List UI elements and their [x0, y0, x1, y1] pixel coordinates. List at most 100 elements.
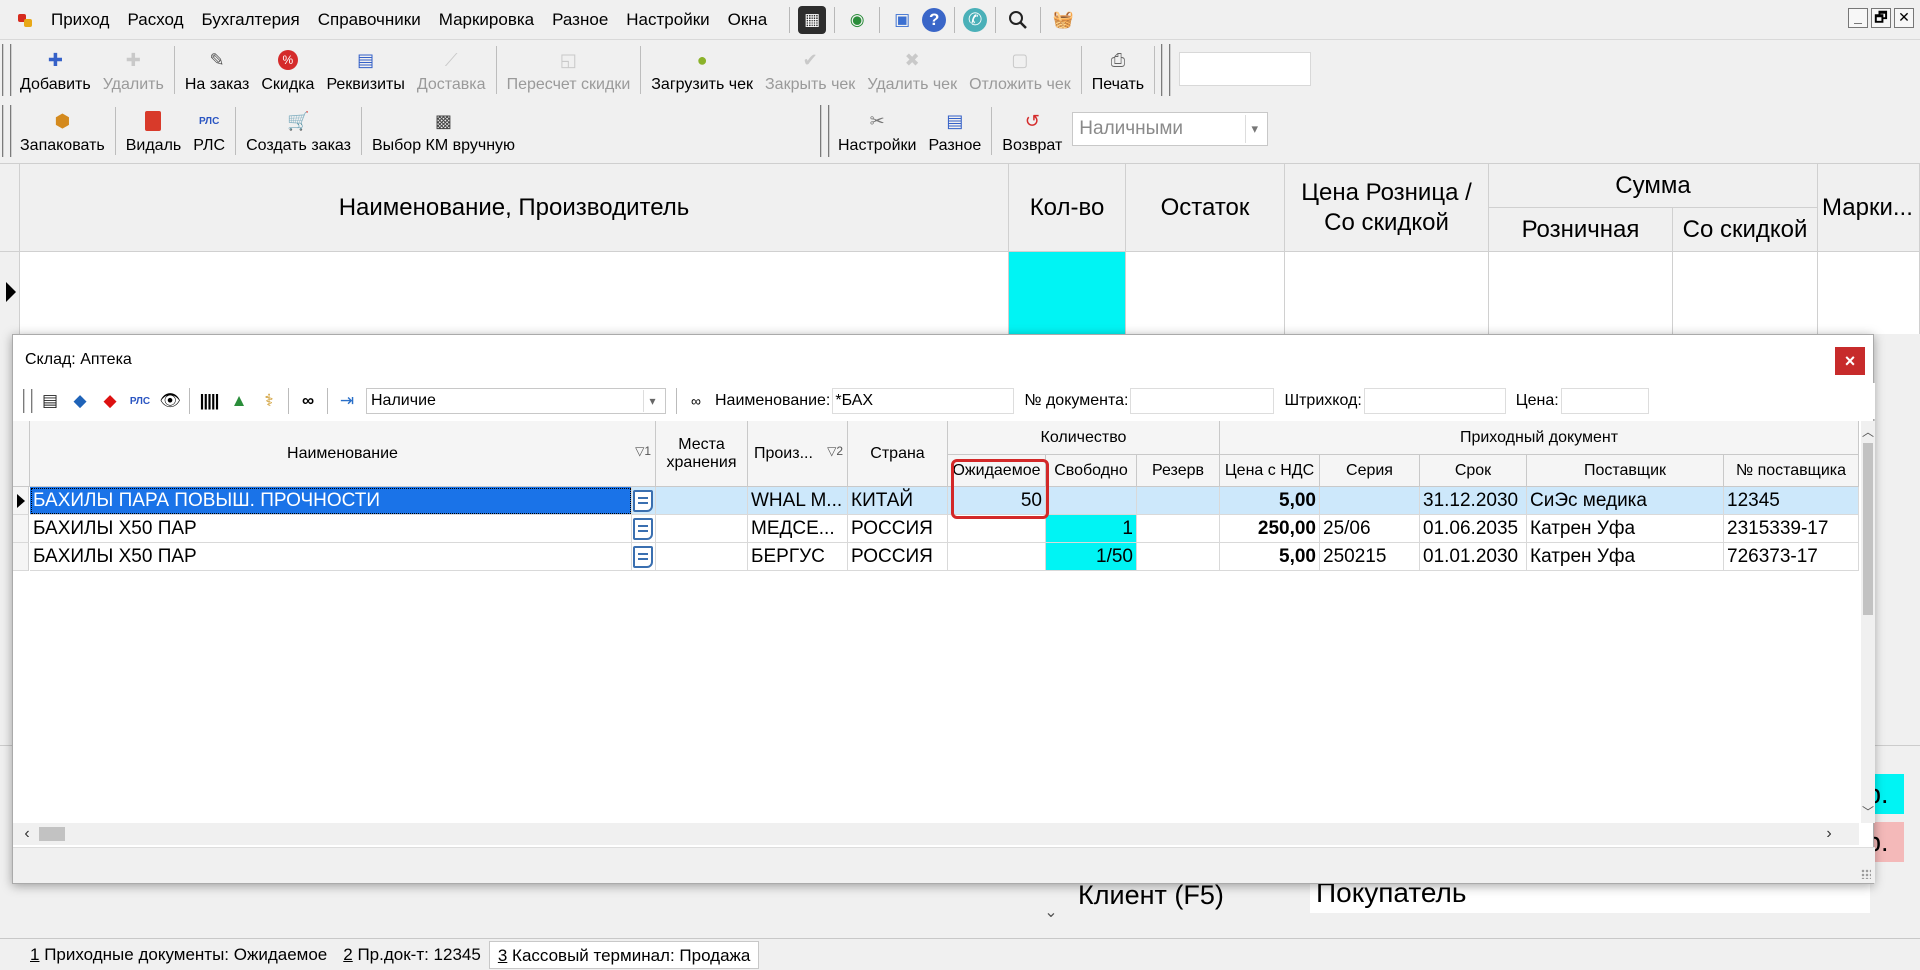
globe-money-icon[interactable]: ◉	[843, 6, 871, 34]
table-row[interactable]: БАХИЛЫ Х50 ПАР МЕДСЕ... РОССИЯ 1 250,00 …	[13, 515, 1859, 543]
link-icon[interactable]: ∞	[296, 389, 320, 413]
menu-rashod[interactable]: Расход	[118, 0, 192, 40]
delivery-button[interactable]: ⟋ Доставка	[411, 40, 492, 100]
discount-button[interactable]: % Скидка	[255, 40, 320, 100]
menu-spravochniki[interactable]: Справочники	[309, 0, 430, 40]
chevron-down-icon[interactable]: ﹀	[1861, 803, 1875, 821]
header-series[interactable]: Серия	[1320, 455, 1420, 487]
add-button[interactable]: ✚ Добавить	[14, 40, 97, 100]
header-expiry[interactable]: Срок	[1420, 455, 1527, 487]
cube-icon[interactable]: ◆	[68, 389, 92, 413]
pack-button[interactable]: ⬢ Запаковать	[14, 101, 111, 161]
table-row[interactable]: БАХИЛЫ ПАРА ПОВЫШ. ПРОЧНОСТИ WHAL M... К…	[13, 487, 1859, 515]
chevron-down-icon[interactable]: ⌄	[1040, 902, 1062, 928]
table-row[interactable]: БАХИЛЫ Х50 ПАР БЕРГУС РОССИЯ 1/50 5,00 2…	[13, 543, 1859, 571]
menu-raznoe[interactable]: Разное	[543, 0, 617, 40]
help-icon[interactable]: ?	[922, 7, 947, 32]
document-icon[interactable]: ▤	[38, 389, 62, 413]
menu-okna[interactable]: Окна	[719, 0, 777, 40]
cell-name[interactable]: БАХИЛЫ Х50 ПАР	[30, 543, 632, 571]
close-window-button[interactable]: ✕	[1894, 8, 1914, 28]
cell-doc[interactable]	[632, 543, 656, 571]
header-marking[interactable]: Марки...	[1818, 164, 1920, 252]
restore-button[interactable]: 🗗	[1871, 8, 1891, 28]
cell-name[interactable]	[20, 252, 1009, 334]
header-storage[interactable]: Места хранения	[656, 421, 748, 487]
scroll-thumb[interactable]	[39, 827, 65, 841]
settings-button[interactable]: ✂ Настройки	[832, 101, 922, 161]
document-scroll-icon[interactable]	[633, 490, 653, 512]
horizontal-scrollbar[interactable]: ‹ ›	[13, 823, 1859, 845]
toolbar-grip[interactable]	[23, 389, 33, 413]
toolbar-search-field[interactable]	[1179, 52, 1312, 86]
misc-button[interactable]: ▤ Разное	[922, 101, 987, 161]
cell-doc[interactable]	[632, 515, 656, 543]
caduceus-icon[interactable]: ⚕	[257, 389, 281, 413]
toolbar-grip[interactable]	[2, 105, 12, 157]
red-tag-icon[interactable]: ◆	[98, 389, 122, 413]
box-icon[interactable]: ▣	[888, 6, 916, 34]
search-icon[interactable]	[1004, 6, 1032, 34]
barcode-icon[interactable]: |||||	[197, 389, 221, 413]
resize-grip-icon[interactable]	[1861, 869, 1871, 879]
load-receipt-button[interactable]: ● Загрузить чек	[645, 40, 759, 100]
create-order-button[interactable]: 🛒 Создать заказ	[240, 101, 357, 161]
header-name[interactable]: Наименование, Производитель	[20, 164, 1009, 252]
eye-icon[interactable]: 👁	[158, 389, 182, 413]
rls-button[interactable]: РЛС РЛС	[187, 101, 231, 161]
toolbar-grip[interactable]	[820, 105, 830, 157]
filter-glasses-icon[interactable]: ∞	[684, 389, 708, 413]
header-expected[interactable]: Ожидаемое	[948, 455, 1046, 487]
header-stock[interactable]: Остаток	[1126, 164, 1285, 252]
app-icon[interactable]	[16, 11, 34, 29]
status-tab-incoming-docs[interactable]: 1 Приходные документы: Ожидаемое	[22, 941, 335, 969]
cell-doc[interactable]	[632, 487, 656, 515]
cell-name[interactable]: БАХИЛЫ Х50 ПАР	[30, 515, 632, 543]
header-producer[interactable]: Произ... ▽2	[748, 421, 848, 487]
scroll-thumb[interactable]	[1863, 443, 1873, 615]
header-price[interactable]: Цена Розница / Со скидкой	[1285, 164, 1489, 252]
delete-receipt-button[interactable]: ✖ Удалить чек	[861, 40, 963, 100]
postpone-receipt-button[interactable]: ▢ Отложить чек	[963, 40, 1077, 100]
status-tab-cash-terminal[interactable]: 3 Кассовый терминал: Продажа	[488, 940, 760, 969]
document-scroll-icon[interactable]	[633, 518, 653, 540]
basket-icon[interactable]: 🧺	[1049, 6, 1077, 34]
header-sum[interactable]: Сумма	[1489, 164, 1818, 208]
chevron-down-icon[interactable]: ▾	[643, 390, 661, 412]
recalc-discount-button[interactable]: ◱ Пересчет скидки	[501, 40, 637, 100]
header-price-vat[interactable]: Цена с НДС	[1220, 455, 1320, 487]
header-supplier[interactable]: Поставщик	[1527, 455, 1724, 487]
chevron-right-icon[interactable]: ›	[1819, 823, 1839, 845]
dialog-close-button[interactable]: ×	[1835, 347, 1865, 375]
chevron-up-icon[interactable]: ︿	[1861, 423, 1875, 441]
doc-no-field[interactable]	[1130, 388, 1275, 414]
chevron-left-icon[interactable]: ‹	[17, 823, 37, 845]
header-reserve[interactable]: Резерв	[1137, 455, 1220, 487]
minimize-button[interactable]: _	[1848, 8, 1868, 28]
availability-select[interactable]: Наличие ▾	[366, 388, 666, 414]
chart-icon[interactable]: ▲	[227, 389, 251, 413]
menu-markirovka[interactable]: Маркировка	[430, 0, 543, 40]
calendar-icon[interactable]: ▦	[798, 5, 827, 34]
export-icon[interactable]: ⇥	[335, 389, 359, 413]
menu-buhgalteria[interactable]: Бухгалтерия	[193, 0, 309, 40]
menu-prihod[interactable]: Приход	[42, 0, 118, 40]
header-name[interactable]: Наименование ▽1	[30, 421, 656, 487]
chevron-down-icon[interactable]: ▾	[1245, 115, 1263, 143]
status-tab-document[interactable]: 2 Пр.док-т: 12345	[335, 941, 489, 969]
toolbar-grip[interactable]	[2, 44, 12, 96]
barcode-field[interactable]	[1363, 388, 1506, 414]
vidal-button[interactable]: Видаль	[120, 101, 188, 161]
price-field[interactable]	[1560, 388, 1649, 414]
payment-method-select[interactable]: Наличными ▾	[1072, 112, 1269, 146]
header-qty[interactable]: Кол-во	[1009, 164, 1126, 252]
phone-icon[interactable]: ✆	[963, 7, 988, 32]
header-country[interactable]: Страна	[848, 421, 948, 487]
cell-qty[interactable]	[1009, 252, 1126, 334]
header-sum-discount[interactable]: Со скидкой	[1673, 208, 1818, 252]
header-sum-retail[interactable]: Розничная	[1489, 208, 1673, 252]
close-receipt-button[interactable]: ✔ Закрыть чек	[759, 40, 861, 100]
print-button[interactable]: ⎙ Печать	[1086, 40, 1150, 100]
choose-km-button[interactable]: ▩ Выбор КМ вручную	[366, 101, 521, 161]
details-button[interactable]: ▤ Реквизиты	[320, 40, 410, 100]
